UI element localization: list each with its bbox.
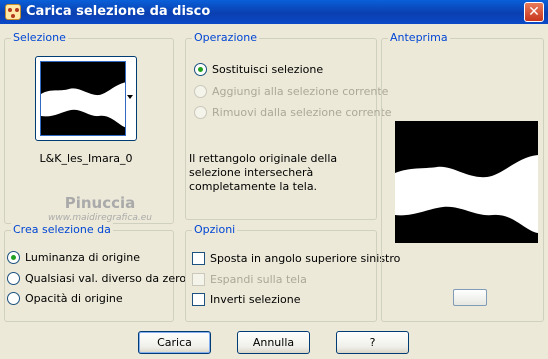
close-button[interactable]: ✕ [524,2,544,22]
cancel-button[interactable]: Annulla [237,331,310,354]
option-invert-selection[interactable]: Inverti selezione [192,292,301,306]
selection-group-label: Selezione [11,31,68,44]
checkbox-move-top-left[interactable] [192,251,205,265]
operation-info-text: Il rettangolo originale della selezione … [189,152,338,193]
radio-opacity[interactable] [7,291,20,305]
option-nonzero-label: Qualsiasi val. diverso da zero [25,271,187,285]
operation-group: Operazione Sostituisci selezione Aggiung… [185,31,392,220]
option-add-selection: Aggiungi alla selezione corrente [194,84,388,98]
load-button[interactable]: Carica [138,331,211,354]
radio-nonzero[interactable] [7,271,20,285]
title-bar[interactable]: Carica selezione da disco ✕ [0,0,548,24]
option-move-top-left[interactable]: Sposta in angolo superiore sinistro [192,251,400,265]
close-icon: ✕ [528,4,540,20]
operation-group-label: Operazione [192,31,259,44]
option-invert-selection-label: Inverti selezione [210,292,301,306]
preview-image [395,121,538,243]
option-remove-label: Rimuovi dalla selezione corrente [212,105,392,119]
radio-remove [194,105,207,119]
radio-luminance[interactable] [7,250,20,264]
checkbox-invert-selection[interactable] [192,292,205,306]
app-icon [5,4,21,20]
preview-group-label: Anteprima [388,31,450,44]
option-expand-canvas: Espandi sulla tela [192,272,307,286]
option-remove-selection: Rimuovi dalla selezione corrente [194,105,392,119]
option-add-label: Aggiungi alla selezione corrente [212,84,389,98]
checkbox-expand-canvas [192,272,205,286]
option-any-nonzero[interactable]: Qualsiasi val. diverso da zero [7,271,186,285]
create-from-group: Crea selezione da Luminanza di origine Q… [4,223,186,322]
option-luminance-label: Luminanza di origine [25,250,140,264]
option-move-top-left-label: Sposta in angolo superiore sinistro [210,251,401,265]
selection-name: L&K_les_Imara_0 [39,152,133,165]
help-button[interactable]: ? [336,331,409,354]
options-group: Opzioni Sposta in angolo superiore sinis… [185,223,400,322]
chevron-down-icon [127,95,133,99]
create-from-group-label: Crea selezione da [11,223,113,236]
preview-zoom-button[interactable] [453,289,487,306]
radio-add [194,84,207,98]
selection-picker-button[interactable] [35,56,137,141]
watermark-name: Pinuccia [64,194,136,212]
option-opacity-label: Opacità di origine [25,291,123,305]
watermark: Pinuccia www.maidiregrafica.eu [40,196,160,226]
window-title: Carica selezione da disco [26,4,211,19]
options-group-label: Opzioni [192,223,238,236]
option-source-opacity[interactable]: Opacità di origine [7,291,123,305]
radio-replace[interactable] [194,62,207,76]
option-expand-canvas-label: Espandi sulla tela [210,272,307,286]
selection-thumbnail [40,61,126,136]
option-source-luminance[interactable]: Luminanza di origine [7,250,140,264]
load-selection-dialog: Carica selezione da disco ✕ Selezione L&… [0,0,548,359]
option-replace-label: Sostituisci selezione [212,62,324,76]
option-replace-selection[interactable]: Sostituisci selezione [194,62,323,76]
